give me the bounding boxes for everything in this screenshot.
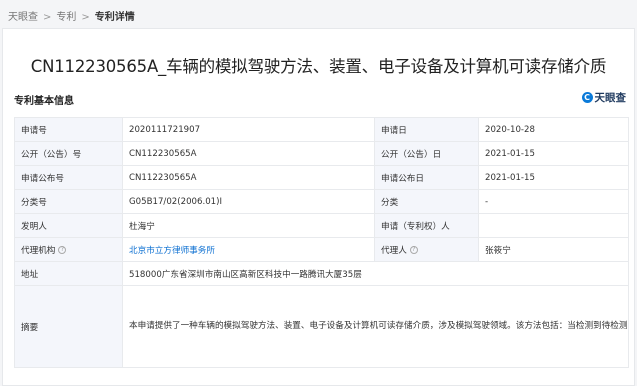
app-pub-no-label: 申请公布号 — [14, 165, 123, 190]
app-pub-date-label: 申请公布日 — [374, 165, 479, 190]
brand-logo[interactable]: C 天眼查 — [581, 90, 627, 105]
abstract-label: 摘要 — [14, 285, 123, 368]
breadcrumb-home-link[interactable]: 天眼查 — [8, 12, 38, 23]
breadcrumb-current: 专利详情 — [94, 12, 135, 23]
agent-value: 张筱宁 — [478, 237, 629, 262]
table-row: 申请号 2020111721907 申请日 2020-10-28 — [14, 117, 629, 142]
applicant-value — [478, 213, 629, 238]
agency-label-text: 代理机构 — [21, 245, 56, 256]
breadcrumb-separator: > — [81, 12, 90, 23]
app-no-value: 2020111721907 — [122, 117, 375, 142]
brand-name: 天眼查 — [594, 92, 627, 104]
agent-label-text: 代理人 — [381, 245, 407, 256]
applicant-label: 申请（专利权）人 — [374, 213, 479, 238]
help-icon[interactable]: ? — [409, 246, 418, 254]
app-pub-no-value: CN112230565A — [122, 165, 375, 190]
agency-link[interactable]: 北京市立方律师事务所 — [129, 246, 215, 256]
patent-info-table: 申请号 2020111721907 申请日 2020-10-28 公开（公告）号… — [14, 117, 629, 368]
class-no-label: 分类号 — [14, 189, 123, 214]
abstract-value: 本申请提供了一种车辆的模拟驾驶方法、装置、电子设备及计算机可读存储介质，涉及模拟… — [122, 285, 629, 368]
inventor-label: 发明人 — [14, 213, 123, 238]
class-label: 分类 — [374, 189, 479, 214]
table-row: 发明人 杜海宁 申请（专利权）人 — [14, 213, 629, 238]
breadcrumb: 天眼查 > 专利 > 专利详情 — [8, 8, 135, 23]
agency-value: 北京市立方律师事务所 — [122, 237, 375, 262]
table-row: 申请公布号 CN112230565A 申请公布日 2021-01-15 — [14, 165, 629, 190]
table-row: 地址 518000广东省深圳市南山区高新区科技中一路腾讯大厦35层 — [14, 261, 629, 286]
address-value: 518000广东省深圳市南山区高新区科技中一路腾讯大厦35层 — [122, 261, 629, 286]
table-row: 分类号 G05B17/02(2006.01)I 分类 - — [14, 189, 629, 214]
address-label: 地址 — [14, 261, 123, 286]
breadcrumb-separator: > — [43, 12, 52, 23]
breadcrumb-section-link[interactable]: 专利 — [56, 12, 76, 23]
tianyancha-logo-icon: C — [581, 92, 593, 103]
class-no-value: G05B17/02(2006.01)I — [122, 189, 375, 214]
app-no-label: 申请号 — [14, 117, 123, 142]
app-date-label: 申请日 — [374, 117, 479, 142]
class-value: - — [478, 189, 629, 214]
table-row: 摘要 本申请提供了一种车辆的模拟驾驶方法、装置、电子设备及计算机可读存储介质，涉… — [14, 285, 629, 368]
app-date-value: 2020-10-28 — [478, 117, 629, 142]
pub-date-value: 2021-01-15 — [478, 141, 629, 166]
agency-label: 代理机构? — [14, 237, 123, 262]
pub-no-value: CN112230565A — [122, 141, 375, 166]
page-title: CN112230565A_车辆的模拟驾驶方法、装置、电子设备及计算机可读存储介质 — [30, 57, 607, 76]
inventor-value: 杜海宁 — [122, 213, 375, 238]
table-row: 代理机构? 北京市立方律师事务所 代理人? 张筱宁 — [14, 237, 629, 262]
pub-date-label: 公开（公告）日 — [374, 141, 479, 166]
table-row: 公开（公告）号 CN112230565A 公开（公告）日 2021-01-15 — [14, 141, 629, 166]
pub-no-label: 公开（公告）号 — [14, 141, 123, 166]
agent-label: 代理人? — [374, 237, 479, 262]
patent-detail-card: CN112230565A_车辆的模拟驾驶方法、装置、电子设备及计算机可读存储介质… — [2, 28, 635, 386]
help-icon[interactable]: ? — [58, 246, 67, 254]
section-title: 专利基本信息 — [14, 96, 74, 107]
app-pub-date-value: 2021-01-15 — [478, 165, 629, 190]
